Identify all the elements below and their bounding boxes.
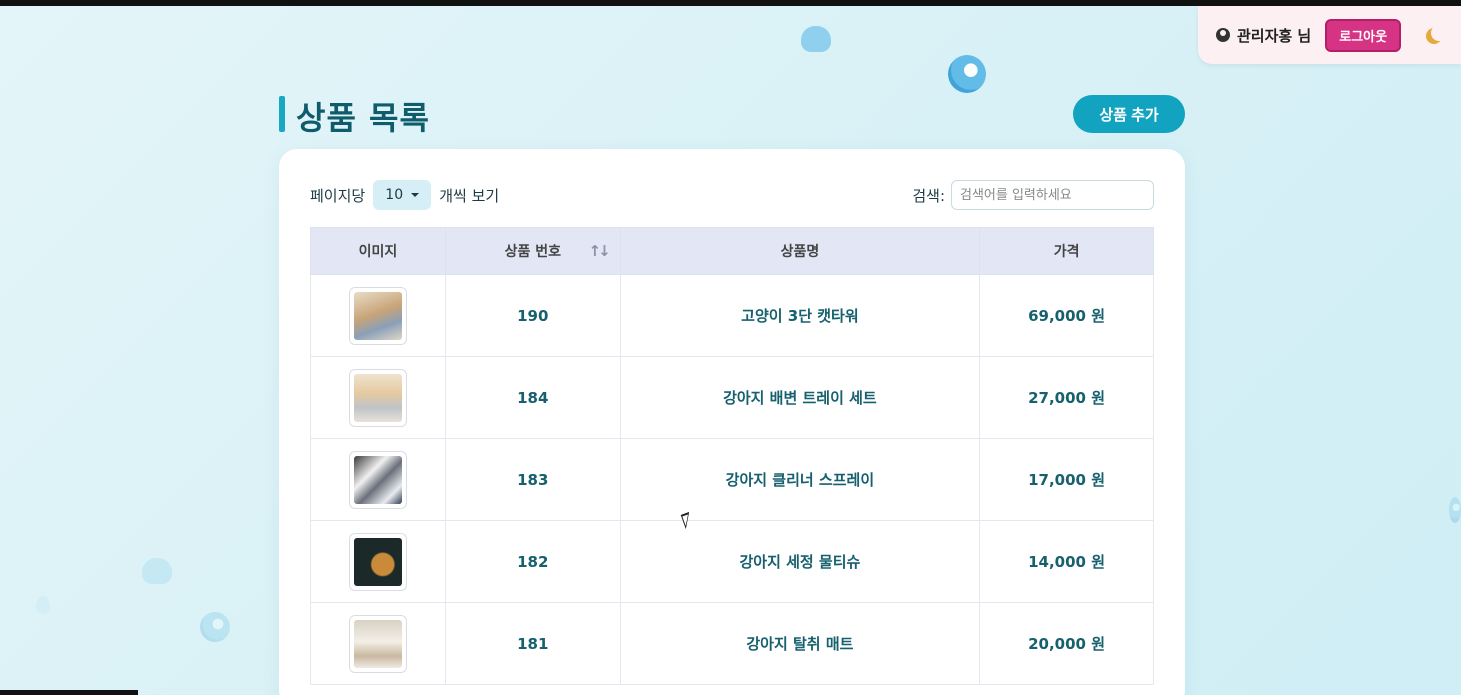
product-thumbnail[interactable] — [348, 532, 407, 591]
caret-down-icon — [411, 193, 420, 197]
product-number: 183 — [444, 438, 621, 521]
product-number: 181 — [444, 602, 621, 685]
user-name: 관리자홍 님 — [1237, 26, 1312, 45]
product-image-cell — [310, 356, 446, 439]
add-product-button[interactable]: 상품 추가 — [1073, 95, 1185, 133]
per-page-control: 페이지당 10 개씩 보기 — [310, 180, 499, 210]
product-number: 190 — [444, 274, 621, 357]
product-image-cell — [310, 274, 446, 357]
user-circle-icon — [1216, 28, 1230, 42]
logout-button[interactable]: 로그아웃 — [1325, 18, 1402, 52]
product-name[interactable]: 강아지 세정 물티슈 — [619, 520, 981, 603]
table-row[interactable]: 183 강아지 클리너 스프레이 17,000 원 — [310, 438, 1154, 521]
product-list-card: 페이지당 10 개씩 보기 검색: 이미지 상품 번호 ↑↓ 상품명 가격 — [279, 149, 1185, 695]
column-header-product-name[interactable]: 상품명 — [619, 227, 981, 275]
sort-icon[interactable]: ↑↓ — [589, 242, 611, 260]
wave-decoration-icon — [200, 612, 230, 642]
water-drop-icon — [36, 596, 50, 614]
whale-decoration-icon — [801, 26, 831, 52]
product-name[interactable]: 강아지 배변 트레이 세트 — [619, 356, 981, 439]
table-row[interactable]: 181 강아지 탈취 매트 20,000 원 — [310, 602, 1154, 685]
product-name[interactable]: 고양이 3단 캣타워 — [619, 274, 981, 357]
table-row[interactable]: 190 고양이 3단 캣타워 69,000 원 — [310, 274, 1154, 357]
product-price: 17,000 원 — [979, 438, 1154, 521]
search-control: 검색: — [912, 180, 1154, 210]
product-image-cell — [310, 438, 446, 521]
per-page-value: 10 — [385, 187, 404, 203]
column-header-image[interactable]: 이미지 — [310, 227, 446, 275]
product-image-cell — [310, 520, 446, 603]
wave-decoration-icon — [948, 55, 986, 93]
product-image-cell — [310, 602, 446, 685]
product-thumbnail[interactable] — [348, 450, 407, 509]
per-page-prefix: 페이지당 — [310, 186, 366, 205]
product-thumbnail[interactable] — [348, 368, 407, 427]
product-price: 27,000 원 — [979, 356, 1154, 439]
product-number: 182 — [444, 520, 621, 603]
table-row[interactable]: 182 강아지 세정 물티슈 14,000 원 — [310, 520, 1154, 603]
moon-icon[interactable] — [1431, 25, 1447, 41]
window-bottom-edge — [0, 690, 138, 695]
product-thumbnail[interactable] — [348, 286, 407, 345]
product-price: 20,000 원 — [979, 602, 1154, 685]
product-number: 184 — [444, 356, 621, 439]
product-table: 이미지 상품 번호 ↑↓ 상품명 가격 190 고양이 3단 캣타워 69,00… — [310, 227, 1154, 685]
column-header-label: 상품 번호 — [504, 244, 561, 260]
product-thumbnail[interactable] — [348, 614, 407, 673]
column-header-price[interactable]: 가격 — [979, 227, 1154, 275]
table-header-row: 이미지 상품 번호 ↑↓ 상품명 가격 — [310, 227, 1154, 275]
user-panel: 관리자홍 님 로그아웃 — [1198, 6, 1461, 64]
search-label: 검색: — [912, 186, 945, 205]
whale-decoration-icon — [142, 558, 172, 584]
per-page-select[interactable]: 10 — [373, 180, 432, 210]
page-title: 상품 목록 — [296, 99, 430, 137]
product-price: 14,000 원 — [979, 520, 1154, 603]
product-name[interactable]: 강아지 클리너 스프레이 — [619, 438, 981, 521]
wave-decoration-icon — [1449, 497, 1461, 523]
product-name[interactable]: 강아지 탈취 매트 — [619, 602, 981, 685]
table-row[interactable]: 184 강아지 배변 트레이 세트 27,000 원 — [310, 356, 1154, 439]
title-accent-bar — [279, 96, 285, 132]
product-price: 69,000 원 — [979, 274, 1154, 357]
per-page-suffix: 개씩 보기 — [439, 186, 500, 205]
column-header-product-number[interactable]: 상품 번호 ↑↓ — [444, 227, 621, 275]
search-input[interactable] — [951, 180, 1154, 210]
